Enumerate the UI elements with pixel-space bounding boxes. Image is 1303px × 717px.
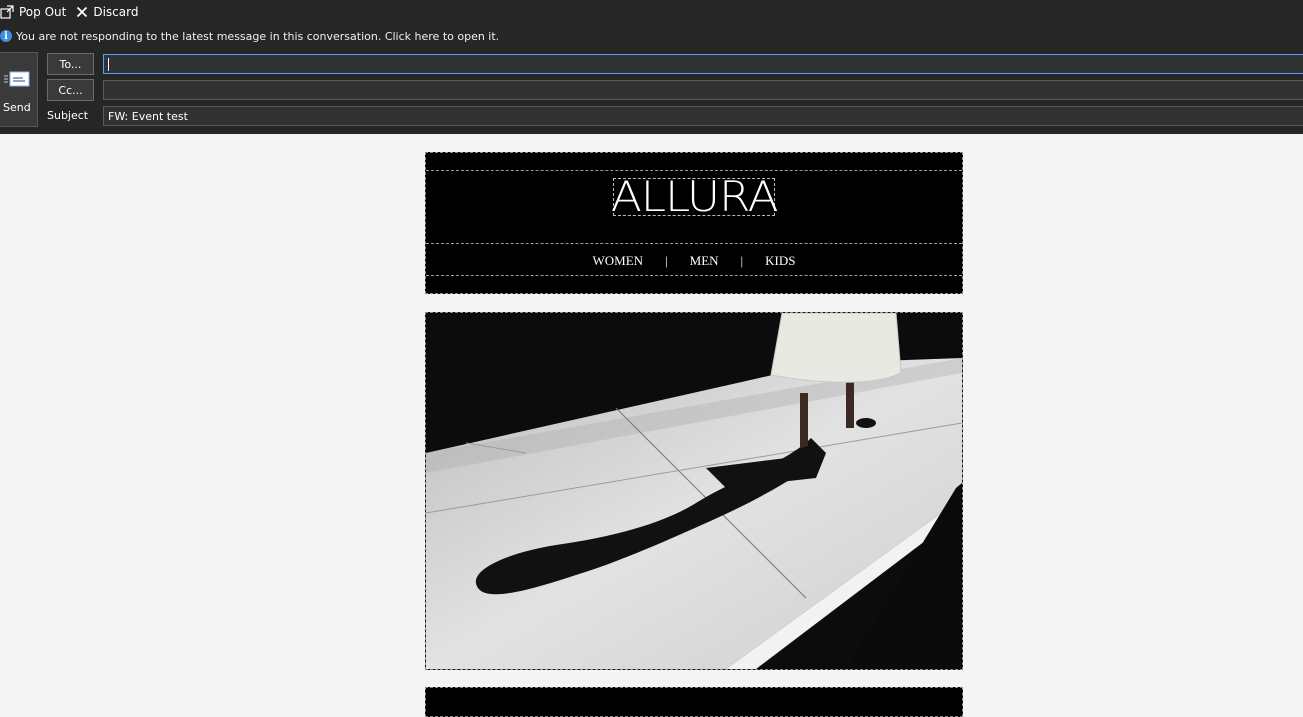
pop-out-icon xyxy=(0,5,14,19)
divider xyxy=(426,275,962,276)
info-message[interactable]: You are not responding to the latest mes… xyxy=(16,30,499,43)
nav-separator: | xyxy=(665,253,668,268)
compose-header: Pop Out Discard i You are not responding… xyxy=(0,0,1303,134)
pop-out-button[interactable]: Pop Out xyxy=(0,5,66,19)
email-brand-header[interactable]: ALLURA WOMEN | MEN | KIDS xyxy=(425,152,963,294)
nav-separator: | xyxy=(740,253,744,268)
close-icon xyxy=(77,6,88,18)
nav-link-kids[interactable]: KIDS xyxy=(765,253,795,269)
brand-logo[interactable]: ALLURA xyxy=(610,172,779,221)
subject-value: FW: Event test xyxy=(108,109,188,123)
send-label: Send xyxy=(3,101,31,114)
email-nav: WOMEN | MEN | KIDS xyxy=(426,252,962,270)
info-icon: i xyxy=(0,30,12,42)
to-field[interactable] xyxy=(103,54,1303,74)
cc-button[interactable]: Cc... xyxy=(47,79,94,101)
to-button[interactable]: To... xyxy=(47,53,94,75)
divider xyxy=(426,243,962,244)
subject-field[interactable]: FW: Event test xyxy=(103,106,1303,126)
discard-label: Discard xyxy=(93,5,139,19)
send-button[interactable]: Send xyxy=(0,52,38,127)
info-bar[interactable]: i You are not responding to the latest m… xyxy=(0,28,499,44)
divider xyxy=(426,170,962,171)
subject-label: Subject xyxy=(47,109,89,122)
pop-out-label: Pop Out xyxy=(19,5,67,19)
nav-link-women[interactable]: WOMEN xyxy=(593,253,644,269)
hero-image[interactable] xyxy=(425,312,963,670)
email-footer-block xyxy=(425,687,963,717)
cc-field[interactable] xyxy=(103,80,1303,100)
envelope-send-icon xyxy=(4,71,30,87)
nav-link-men[interactable]: MEN xyxy=(690,253,719,269)
compose-toolbar: Pop Out Discard xyxy=(0,3,148,21)
hero-photo xyxy=(426,313,962,669)
discard-button[interactable]: Discard xyxy=(76,5,138,19)
text-caret xyxy=(108,58,109,71)
brand-logo-text: ALLURA xyxy=(610,172,779,221)
